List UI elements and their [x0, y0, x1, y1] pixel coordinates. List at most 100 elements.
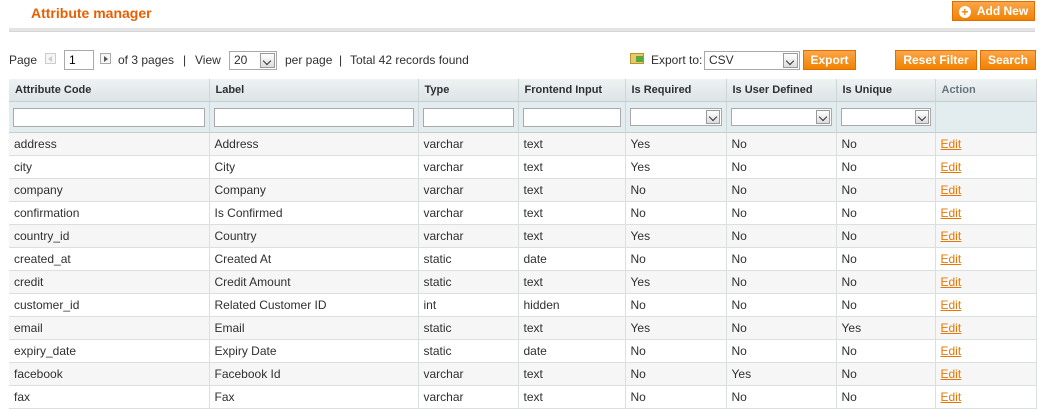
cell-attribute-code: credit: [9, 270, 210, 294]
cell-action: Edit: [935, 385, 1037, 409]
cell-label: Facebook Id: [209, 362, 419, 386]
page-number-input[interactable]: [64, 50, 94, 70]
cell-type: static: [418, 339, 519, 363]
cell-frontend-input: text: [518, 385, 626, 409]
export-label: Export to:: [651, 53, 703, 67]
cell-is-user-defined: Yes: [726, 362, 837, 386]
table-row[interactable]: company Company varchar text No No No Edit: [9, 178, 1037, 202]
filter-attribute-code-input[interactable]: [13, 107, 205, 127]
export-format-select[interactable]: CSV: [704, 51, 800, 70]
cell-type: int: [418, 293, 519, 317]
cell-is-required: Yes: [625, 132, 727, 156]
pager-separator: |: [339, 53, 343, 67]
attribute-grid: Attribute Code Label Type Frontend Input…: [9, 79, 1037, 409]
edit-link[interactable]: Edit: [941, 160, 962, 174]
column-header-action: Action: [935, 79, 1037, 102]
column-header-is-user-defined[interactable]: Is User Defined: [726, 79, 837, 102]
column-header-label[interactable]: Label: [209, 79, 419, 102]
cell-frontend-input: text: [518, 224, 626, 248]
cell-is-required: No: [625, 178, 727, 202]
export-icon: [630, 53, 644, 64]
cell-is-user-defined: No: [726, 385, 837, 409]
filter-is-required-select[interactable]: [629, 108, 722, 126]
per-page-select[interactable]: 20: [229, 51, 277, 70]
cell-is-user-defined: No: [726, 178, 837, 202]
cell-type: static: [418, 316, 519, 340]
edit-link[interactable]: Edit: [941, 367, 962, 381]
chevron-down-icon: [914, 110, 929, 124]
table-row[interactable]: expiry_date Expiry Date static date No No No Ed…: [9, 339, 1037, 363]
cell-is-required: Yes: [625, 224, 727, 248]
cell-attribute-code: facebook: [9, 362, 210, 386]
table-row[interactable]: customer_id Related Customer ID int hidden N…: [9, 293, 1037, 317]
column-header-is-unique[interactable]: Is Unique: [836, 79, 936, 102]
filter-is-user-defined-select[interactable]: [730, 108, 832, 126]
table-row[interactable]: credit Credit Amount static text Yes No No Edit: [9, 270, 1037, 294]
cell-action: Edit: [935, 362, 1037, 386]
edit-link[interactable]: Edit: [941, 229, 962, 243]
cell-type: static: [418, 270, 519, 294]
cell-is-user-defined: No: [726, 132, 837, 156]
filter-frontend-input-input[interactable]: [522, 107, 621, 127]
cell-action: Edit: [935, 155, 1037, 179]
edit-link[interactable]: Edit: [941, 390, 962, 404]
search-button[interactable]: Search: [980, 50, 1036, 70]
filter-label-input[interactable]: [213, 107, 414, 127]
header-row: Attribute Code Label Type Frontend Input…: [9, 79, 1037, 102]
edit-link[interactable]: Edit: [941, 252, 962, 266]
cell-is-required: Yes: [625, 155, 727, 179]
reset-filter-button[interactable]: Reset Filter: [895, 50, 977, 70]
cell-is-required: Yes: [625, 316, 727, 340]
edit-link[interactable]: Edit: [941, 344, 962, 358]
cell-is-user-defined: No: [726, 224, 837, 248]
table-row[interactable]: confirmation Is Confirmed varchar text No No N…: [9, 201, 1037, 225]
edit-link[interactable]: Edit: [941, 206, 962, 220]
cell-action: Edit: [935, 339, 1037, 363]
table-row[interactable]: email Email static text Yes No Yes Edit: [9, 316, 1037, 340]
filter-is-unique-select[interactable]: [840, 108, 931, 126]
column-header-type[interactable]: Type: [418, 79, 519, 102]
cell-attribute-code: email: [9, 316, 210, 340]
edit-link[interactable]: Edit: [941, 321, 962, 335]
cell-label: Related Customer ID: [209, 293, 419, 317]
cell-label: Company: [209, 178, 419, 202]
cell-frontend-input: text: [518, 362, 626, 386]
cell-frontend-input: text: [518, 201, 626, 225]
cell-attribute-code: fax: [9, 385, 210, 409]
cell-is-user-defined: No: [726, 247, 837, 271]
export-button[interactable]: Export: [803, 50, 856, 70]
cell-type: varchar: [418, 155, 519, 179]
table-row[interactable]: created_at Created At static date No No No Edit: [9, 247, 1037, 271]
edit-link[interactable]: Edit: [941, 137, 962, 151]
cell-type: varchar: [418, 178, 519, 202]
table-row[interactable]: fax Fax varchar text No No No Edit: [9, 385, 1037, 409]
total-records: Total 42 records found: [350, 53, 469, 67]
cell-label: Is Confirmed: [209, 201, 419, 225]
cell-attribute-code: customer_id: [9, 293, 210, 317]
table-row[interactable]: address Address varchar text Yes No No Edit: [9, 132, 1037, 156]
cell-attribute-code: created_at: [9, 247, 210, 271]
prev-page-icon[interactable]: [45, 53, 56, 64]
cell-is-user-defined: No: [726, 339, 837, 363]
filter-type-input[interactable]: [422, 107, 514, 127]
column-header-frontend-input[interactable]: Frontend Input: [518, 79, 626, 102]
view-label: View: [195, 53, 221, 67]
edit-link[interactable]: Edit: [941, 183, 962, 197]
cell-label: City: [209, 155, 419, 179]
table-row[interactable]: city City varchar text Yes No No Edit: [9, 155, 1037, 179]
cell-action: Edit: [935, 316, 1037, 340]
table-row[interactable]: country_id Country varchar text Yes No No Edit: [9, 224, 1037, 248]
edit-link[interactable]: Edit: [941, 275, 962, 289]
column-header-is-required[interactable]: Is Required: [625, 79, 727, 102]
next-page-icon[interactable]: [100, 53, 111, 64]
column-header-attribute-code[interactable]: Attribute Code: [9, 79, 210, 102]
edit-link[interactable]: Edit: [941, 298, 962, 312]
cell-is-unique: No: [836, 270, 936, 294]
table-row[interactable]: facebook Facebook Id varchar text No Yes No Edi…: [9, 362, 1037, 386]
add-new-button[interactable]: + Add New: [952, 1, 1035, 21]
cell-label: Email: [209, 316, 419, 340]
chevron-down-icon: [705, 110, 720, 124]
cell-is-unique: No: [836, 362, 936, 386]
cell-frontend-input: date: [518, 339, 626, 363]
page-title: Attribute manager: [31, 5, 152, 21]
